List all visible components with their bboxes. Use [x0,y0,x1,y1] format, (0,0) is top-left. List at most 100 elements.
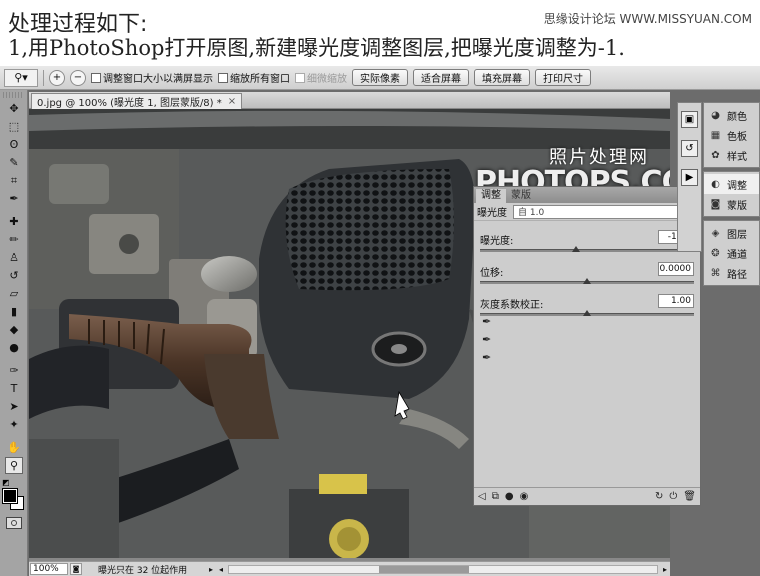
lasso-tool-icon[interactable]: ʘ [5,136,23,153]
dock-layers[interactable]: ◈ 图层 [704,223,759,243]
panel-dock: ◕ 颜色 ▦ 色板 ✿ 样式 ◐ 调整 ◙ 蒙版 ◈ 图层 ❂ 通道 ⌘ 路径 [703,102,760,358]
dock-masks[interactable]: ◙ 蒙版 [704,194,759,214]
color-swatches: ◩ [0,477,27,515]
color-panel-icon: ◕ [711,109,720,121]
dock-channels[interactable]: ❂ 通道 [704,243,759,263]
scroll-left-arrow[interactable]: ◂ [216,565,226,574]
gray-point-eyedropper-icon[interactable]: ✒ [482,333,496,347]
resize-windows-checkbox[interactable]: 调整窗口大小以满屏显示 [91,70,213,85]
adjustment-value-field[interactable]: 0.0000 [658,262,694,276]
preset-dropdown[interactable]: 自 1.0 ▼ [513,204,697,219]
styles-panel-icon: ✿ [711,149,720,161]
checkbox-box[interactable] [218,72,228,83]
zoom-out-button[interactable]: − [70,69,86,86]
shape-tool-icon[interactable]: ✦ [5,416,23,433]
adjustments-panel-icon: ◐ [711,178,720,190]
dock-color[interactable]: ◕ 颜色 [704,105,759,125]
scrollbar-thumb[interactable] [379,565,469,573]
return-icon[interactable]: ◁ [478,491,486,502]
dock-color-label: 颜色 [727,111,747,123]
pen-tool-icon[interactable]: ✑ [5,362,23,379]
adjustment-label: 位移: [480,268,504,279]
collapsed-panel-strip: ▣ ↺ ▶ [677,102,702,252]
zoom-out-icon: − [73,71,83,83]
brush-tool-icon[interactable]: ✏ [5,231,23,248]
checkbox-box[interactable] [91,72,101,83]
scroll-right-arrow[interactable]: ▸ [660,565,670,574]
path-select-tool-icon[interactable]: ➤ [5,398,23,415]
toggle-icon[interactable]: ⏻ [669,491,677,502]
quick-select-tool-icon[interactable]: ✎ [5,154,23,171]
delete-icon[interactable]: 🗑 [683,491,696,502]
zoom-all-windows-checkbox[interactable]: 缩放所有窗口 [218,70,290,85]
blur-tool-icon[interactable]: ◆ [5,321,23,338]
history-panel-icon[interactable]: ↺ [681,140,698,157]
zoom-level-field[interactable]: 100% [30,563,68,575]
toolbox-grip[interactable] [3,92,24,98]
move-tool-icon[interactable]: ✥ [5,100,23,117]
black-point-eyedropper-icon[interactable]: ✒ [482,315,496,329]
visibility-icon[interactable]: ● [505,491,514,502]
dodge-tool-icon[interactable]: ● [5,339,23,356]
clip-icon[interactable]: ⧉ [492,491,499,502]
history-brush-tool-icon[interactable]: ↺ [5,267,23,284]
eyedropper-tool-icon[interactable]: ✒ [5,190,23,207]
site-watermark: 思缘设计论坛 WWW.MISSYUAN.COM [543,12,752,26]
healing-brush-tool-icon[interactable]: ✚ [5,213,23,230]
zoom-tool-icon[interactable]: ⚲ [5,457,23,474]
adjustment-row: 灰度系数校正: 1.00 [474,285,700,317]
dock-swatches[interactable]: ▦ 色板 [704,125,759,145]
close-icon[interactable]: × [228,96,236,107]
actions-panel-icon[interactable]: ▶ [681,169,698,186]
dock-channels-label: 通道 [727,249,747,261]
tab-adjustments[interactable]: 调整 [476,189,506,203]
fit-screen-button[interactable]: 适合屏幕 [413,69,469,86]
dock-layers-label: 图层 [727,229,747,241]
actual-pixels-button[interactable]: 实际像素 [352,69,408,86]
adjustment-value-field[interactable]: 1.00 [658,294,694,308]
eyedropper-group: ✒ ✒ ✒ [482,315,496,369]
crop-tool-icon[interactable]: ⌗ [5,172,23,189]
view-previous-icon[interactable]: ◉ [520,491,529,502]
document-tab[interactable]: 0.jpg @ 100% (曝光度 1, 图层蒙版/8) * × [31,93,243,109]
layers-panel-icon: ◈ [711,227,720,239]
fill-screen-button[interactable]: 填充屏幕 [474,69,530,86]
toolbox: ✥ ⬚ ʘ ✎ ⌗ ✒ ✚ ✏ ♙ ↺ ▱ ▮ ◆ ● ✑ T ➤ ✦ ✋ ⚲ ◩ [0,90,28,576]
type-tool-icon[interactable]: T [5,380,23,397]
tool-preset-picker[interactable]: ⚲▾ [4,68,38,87]
slider-thumb[interactable] [572,246,581,252]
slider-thumb[interactable] [583,310,591,316]
adjustment-row: 位移: 0.0000 [474,253,700,285]
clone-stamp-tool-icon[interactable]: ♙ [5,249,23,266]
foreground-color-swatch[interactable] [2,488,18,504]
adjustment-slider[interactable] [480,249,694,252]
horizontal-scrollbar[interactable] [228,564,658,574]
dock-styles[interactable]: ✿ 样式 [704,145,759,165]
hand-tool-icon[interactable]: ✋ [5,439,23,456]
quick-mask-button[interactable] [6,517,22,529]
eraser-tool-icon[interactable]: ▱ [5,285,23,302]
zoom-in-button[interactable]: + [49,69,65,86]
adjustments-panel-tabs: 调整 蒙版 ▸▸ ≡ [474,187,700,203]
marquee-tool-icon[interactable]: ⬚ [5,118,23,135]
default-colors-icon[interactable]: ◩ [2,478,10,487]
white-point-eyedropper-icon[interactable]: ✒ [482,351,496,365]
dock-adjustments[interactable]: ◐ 调整 [704,174,759,194]
dock-group-layers: ◈ 图层 ❂ 通道 ⌘ 路径 [703,220,760,286]
toolbox-divider [0,207,27,212]
navigator-panel-icon[interactable]: ▣ [681,111,698,128]
print-size-button[interactable]: 打印尺寸 [535,69,591,86]
status-menu-arrow[interactable]: ▸ [206,565,216,574]
dock-paths-label: 路径 [727,269,747,281]
tab-masks[interactable]: 蒙版 [506,189,536,203]
dock-paths[interactable]: ⌘ 路径 [704,263,759,283]
slider-thumb[interactable] [583,278,591,284]
adjustments-footer: ◁ ⧉ ● ◉ ↻ ⏻ 🗑 [474,487,700,505]
gradient-tool-icon[interactable]: ▮ [5,303,23,320]
adjustment-header: 曝光度 自 1.0 ▼ [474,203,700,221]
reset-icon[interactable]: ↻ [655,491,663,502]
adjustment-row: 曝光度:-1.00 [474,221,700,253]
document-tab-label: 0.jpg @ 100% (曝光度 1, 图层蒙版/8) * [37,98,222,109]
scrubby-zoom-checkbox: 细微缩放 [295,70,347,85]
status-info-button[interactable]: ◙ [70,563,82,575]
